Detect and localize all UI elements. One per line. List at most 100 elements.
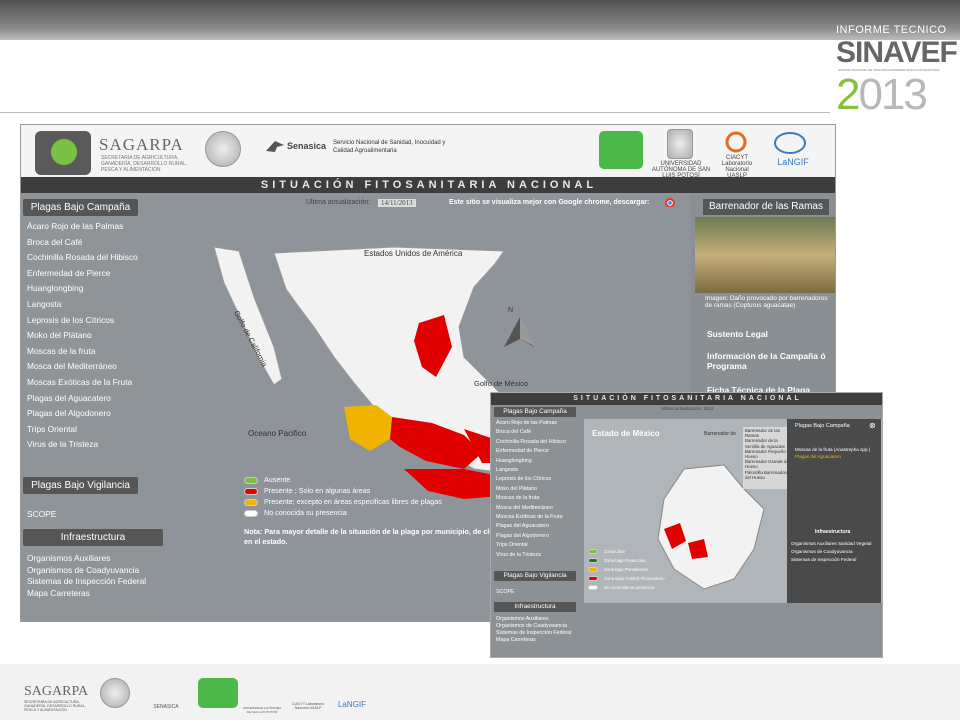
dropdown-option[interactable]: Palomilla Barrenadora del Hueso — [745, 470, 793, 480]
inset-update: Ultima actualización: 2012 — [661, 406, 714, 411]
langif-label: LaNGIF — [777, 157, 809, 167]
compass-north: N — [508, 307, 514, 314]
legend-label: Presente; excepto en áreas especificas l… — [264, 497, 442, 506]
inset-sidebar-item[interactable]: Ácaro Rojo de las Palmas — [496, 420, 557, 426]
label-pacific: Oceano Pacifico — [248, 429, 307, 438]
inset-sidebar-item[interactable]: Enfermedad de Pierce — [496, 448, 549, 454]
inset-sidebar-item[interactable]: Huanglongbing — [496, 458, 532, 464]
sidebar-item[interactable]: Virus de la Tristeza — [27, 439, 98, 449]
legend-swatch — [588, 567, 598, 573]
sidebar-item[interactable]: Moscas de la fruta — [27, 346, 95, 356]
inset-state-name: Estado de México — [592, 429, 660, 438]
inset-infra-header: Infraestructura — [494, 602, 576, 612]
sidebar-item[interactable]: Plagas del Algodonero — [27, 408, 111, 418]
mexico-seal-icon — [205, 131, 241, 167]
label-usa: Estados Unidos de América — [364, 249, 463, 258]
inset-vig-header: Plagas Bajo Vigilancia — [494, 571, 576, 581]
legend-item: Presente ; Solo en algunas áreas — [244, 486, 370, 495]
sidebar-item[interactable]: Organismos Auxiliares — [27, 553, 110, 563]
sidebar-item[interactable]: Trips Oriental — [27, 424, 77, 434]
ciacyt-label: CIACYT Laboratorio Nacional UASLP — [721, 155, 753, 179]
dropdown-option[interactable]: Barrenador de la Semilla de Aguacate — [745, 438, 793, 448]
dropdown-option[interactable]: Barrenador Pequeño del Hueso — [745, 449, 793, 459]
sidebar-item[interactable]: Enfermedad de Pierce — [27, 268, 110, 278]
inset-sidebar-item[interactable]: Trips Oriental — [496, 542, 528, 548]
sidebar-item[interactable]: Leprosis de los Cítricos — [27, 315, 114, 325]
inset-sidebar-item[interactable]: Leprosis de los Cítricos — [496, 476, 551, 482]
legend-swatch — [588, 549, 598, 555]
inset-sidebar-item[interactable]: Virus de la Tristeza — [496, 552, 541, 558]
inset-legend-item: Zona bajo Protección — [588, 558, 646, 564]
inset-legend-item: Zona Bajo Control Fitosanitario — [588, 576, 665, 582]
inset-item-scope[interactable]: SCOPE — [496, 589, 515, 595]
legend-label: Zona bajo Protección — [604, 558, 646, 563]
update-label: Ultima actualización: — [306, 199, 371, 206]
campana-header: Plagas Bajo Campaña — [23, 199, 138, 216]
overlay-infra-header: Infraestructura — [815, 529, 851, 535]
inset-sidebar-item[interactable]: Sistemas de Inspección Federal — [496, 630, 571, 636]
legend-swatch — [244, 487, 258, 495]
sidebar-item[interactable]: Organismos de Coadyuvancia — [27, 565, 139, 575]
footer-sagarpa: SAGARPA — [24, 684, 89, 699]
inset-sidebar-item[interactable]: Plagas del Aguacatero — [496, 523, 549, 529]
inset-sidebar-item[interactable]: Broca del Café — [496, 429, 531, 435]
sidebar: Plagas Bajo Campaña Ácaro Rojo de las Pa… — [21, 193, 164, 621]
sidebar-item[interactable]: Ácaro Rojo de las Palmas — [27, 221, 123, 231]
overlay-item-moscas[interactable]: Moscas de la fruta (Anastrepha spp.) — [795, 447, 870, 452]
map-note: Nota: Para mayor detalle de la situación… — [244, 527, 500, 546]
legend-label: Presente ; Solo en algunas áreas — [264, 486, 371, 495]
overlay-infra-2[interactable]: Organismos de Coadyuvancia — [791, 549, 853, 554]
close-icon[interactable]: ⊗ — [869, 421, 876, 430]
overlay-header: Plagas Bajo Campaña — [795, 423, 850, 429]
dropdown-option[interactable]: Barrenador Grande del Hueso — [745, 459, 793, 469]
dropdown-option[interactable]: Barrenador de las Ramas — [745, 428, 793, 438]
inset-overlay-panel: Plagas Bajo Campaña ⊗ Moscas de la fruta… — [787, 419, 881, 603]
inset-barr-label: Barrenador de — [704, 431, 736, 437]
sidebar-item-scope[interactable]: SCOPE — [27, 509, 56, 519]
footer-seal-icon — [100, 678, 130, 708]
inset-sidebar-item[interactable]: Moko del Plátano — [496, 486, 537, 492]
senasica-logo: Senasica — [287, 141, 327, 151]
sidebar-item[interactable]: Cochinilla Rosada del Hibisco — [27, 252, 138, 262]
sidebar-item[interactable]: Mosca del Mediterráneo — [27, 361, 117, 371]
sinavef-logo-icon — [599, 131, 643, 169]
sagarpa-subtitle: SECRETARÍA DE AGRICULTURA, GANADERÍA, DE… — [101, 155, 188, 173]
sidebar-item[interactable]: Langosta — [27, 299, 61, 309]
logo-header: SAGARPA SECRETARÍA DE AGRICULTURA, GANAD… — [21, 125, 835, 179]
inset-sidebar-item[interactable]: Moscas Exóticas de la Fruta — [496, 514, 563, 520]
sidebar-item[interactable]: Broca del Café — [27, 237, 82, 247]
inset-sidebar-item[interactable]: Langosta — [496, 467, 518, 473]
inset-legend-item: No conocida su presencia — [588, 585, 655, 591]
sidebar-item[interactable]: Moscas Exóticas de la Fruta — [27, 377, 132, 387]
pest-caption: Imagen: Daño provocado por barrenadores … — [705, 295, 828, 309]
sidebar-item[interactable]: Mapa Carreteras — [27, 588, 90, 598]
link-sustento-legal[interactable]: Sustento Legal — [707, 329, 768, 339]
sidebar-item[interactable]: Plagas del Aguacatero — [27, 393, 111, 403]
inset-sidebar-item[interactable]: Organismos de Coadyuvancia — [496, 623, 567, 629]
footer-sagarpa-sub: SECRETARÍA DE AGRICULTURA, GANADERÍA, DE… — [24, 700, 86, 712]
pest-photo — [695, 217, 835, 293]
inset-sidebar-item[interactable]: Organismos Auxiliares — [496, 616, 549, 622]
brand-year: 2013 — [836, 70, 928, 119]
overlay-infra-1[interactable]: Organismos Auxiliares Sanidad Vegetal — [791, 541, 871, 546]
senasica-fullname: Servicio Nacional de Sanidad, Inocuidad … — [333, 140, 446, 154]
sidebar-item[interactable]: Huanglongbing — [27, 283, 83, 293]
footer-ciacyt: CIACYT Laboratorio Nacional UASLP — [291, 702, 325, 710]
inset-sidebar-item[interactable]: Cochinilla Rosada del Hibisco — [496, 439, 566, 445]
inset-sidebar-item[interactable]: Mosca del Mediterráneo — [496, 505, 553, 511]
legend-label: Ausente — [264, 475, 291, 484]
link-info-campana[interactable]: Información de la Campaña ó Programa — [707, 351, 827, 371]
inset-campana-header: Plagas Bajo Campaña — [494, 407, 576, 417]
overlay-item-aguacatero[interactable]: Plagas del Aguacatero — [795, 454, 841, 459]
inset-sidebar-item[interactable]: Mapa Carreteras — [496, 637, 536, 643]
ciacyt-icon — [725, 131, 747, 153]
sidebar-item[interactable]: Sistemas de Inspección Federal — [27, 576, 146, 586]
footer-senasica: SENASICA — [153, 704, 179, 710]
inset-sidebar-item[interactable]: Moscas de la fruta — [496, 495, 539, 501]
overlay-infra-3[interactable]: Sistemas de Inspección Federal — [791, 557, 856, 562]
inset-screenshot: SITUACIÓN FITOSANITARIA NACIONAL Ultima … — [490, 392, 883, 658]
inset-sidebar-item[interactable]: Plagas del Algodonero — [496, 533, 549, 539]
inset-legend-item: Zona Libre — [588, 549, 625, 555]
sidebar-item[interactable]: Moko del Plátano — [27, 330, 92, 340]
legend-item: Presente; excepto en áreas especificas l… — [244, 497, 442, 506]
